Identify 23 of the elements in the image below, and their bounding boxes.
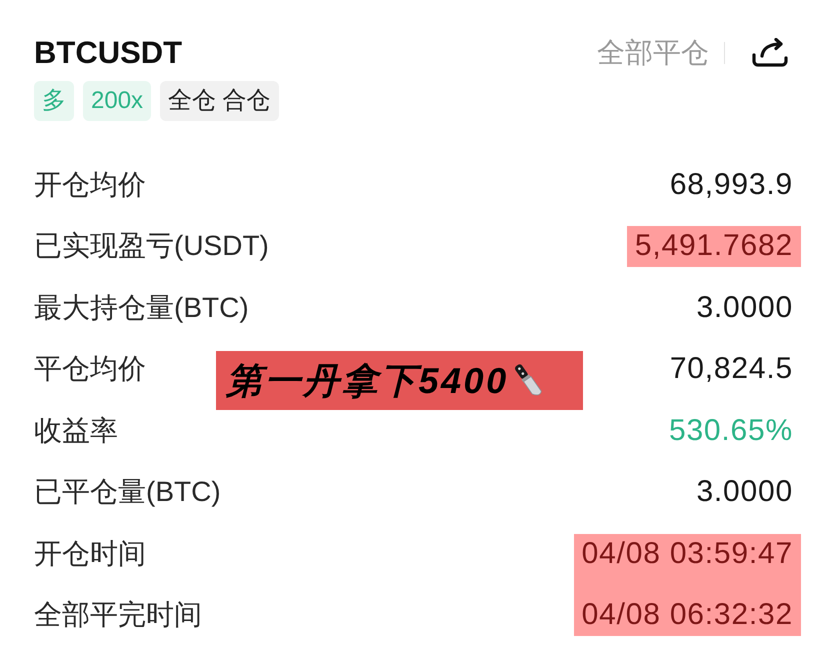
detail-value: 3.0000 xyxy=(696,474,793,510)
detail-value: 530.65% xyxy=(668,412,793,448)
share-icon[interactable] xyxy=(751,38,789,68)
symbol-title: BTCUSDT xyxy=(34,34,184,72)
detail-label: 开仓均价 xyxy=(34,168,146,202)
detail-value: 04/08 03:59:47 xyxy=(574,534,801,584)
position-tag: 全仓 合仓 xyxy=(160,81,279,121)
detail-label: 已实现盈亏(USDT) xyxy=(34,229,269,264)
caption-text: 第一丹拿下5400 xyxy=(226,358,509,402)
detail-value: 5,491.7682 xyxy=(626,226,801,266)
detail-label: 收益率 xyxy=(34,414,118,448)
close-all-button[interactable]: 全部平仓 xyxy=(597,35,709,71)
detail-value: 3.0000 xyxy=(696,290,793,326)
detail-label: 平仓均价 xyxy=(34,352,146,386)
detail-value: 68,993.9 xyxy=(670,166,793,202)
detail-value: 70,824.5 xyxy=(670,351,793,387)
detail-label: 已平仓量(BTC) xyxy=(34,475,221,510)
detail-label: 开仓时间 xyxy=(34,536,146,571)
detail-label: 最大持仓量(BTC) xyxy=(34,290,249,325)
detail-label: 全部平完时间 xyxy=(34,598,202,632)
position-tag: 多 xyxy=(34,81,74,121)
position-tag: 200x xyxy=(83,81,152,121)
detail-value: 04/08 06:32:32 xyxy=(574,584,801,636)
